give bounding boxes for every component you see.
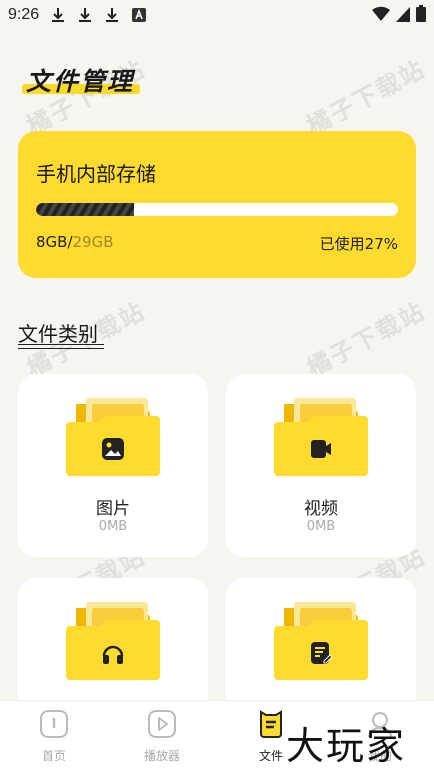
download-icon xyxy=(79,8,92,22)
brand-logo: 大玩家 xyxy=(286,724,407,768)
storage-percent: 已使用27% xyxy=(319,235,398,253)
nav-label: 首页 xyxy=(41,749,66,763)
image-icon xyxy=(102,438,124,460)
battery-icon xyxy=(416,5,426,22)
category-card-videos[interactable]: 视频 0MB xyxy=(226,374,416,557)
download-icon xyxy=(52,8,65,22)
folder-icon xyxy=(66,398,160,476)
storage-total: 29GB xyxy=(72,233,114,251)
notification-a-icon xyxy=(132,8,147,22)
file-icon xyxy=(260,710,282,738)
storage-used: 8GB/ xyxy=(36,233,73,251)
page-title: 文件管理 xyxy=(26,67,135,96)
folder-icon xyxy=(274,602,368,680)
category-card-images[interactable]: 图片 0MB xyxy=(18,374,208,557)
play-icon xyxy=(148,710,176,738)
wifi-icon xyxy=(372,6,390,21)
storage-progress-fill xyxy=(36,203,134,216)
home-icon xyxy=(40,710,68,738)
category-label: 视频 xyxy=(304,499,338,519)
status-time: 9:26 xyxy=(8,6,40,23)
watermark: 橘子下载站 xyxy=(302,54,431,141)
storage-progress-bar xyxy=(36,203,398,216)
category-size: 0MB xyxy=(98,519,128,534)
signal-icon xyxy=(396,6,410,22)
nav-item-player[interactable]: 播放器 xyxy=(122,709,202,764)
status-bar: 9:26 xyxy=(0,0,434,30)
section-underline xyxy=(18,344,104,349)
download-icon xyxy=(106,8,119,22)
nav-item-home[interactable]: 首页 xyxy=(14,709,94,764)
storage-title: 手机内部存储 xyxy=(36,162,156,186)
video-icon xyxy=(311,440,331,458)
storage-card[interactable]: 手机内部存储 8GB/29GB 已使用27% xyxy=(18,131,416,278)
document-icon xyxy=(311,642,333,664)
category-size: 0MB xyxy=(306,519,336,534)
folder-icon xyxy=(274,398,368,476)
watermark: 橘子下载站 xyxy=(302,296,431,383)
storage-used-text: 8GB/29GB xyxy=(36,233,114,251)
headphones-icon xyxy=(102,645,124,664)
folder-icon xyxy=(66,602,160,680)
category-label: 图片 xyxy=(96,499,130,519)
section-title: 文件类别 xyxy=(18,322,98,346)
nav-label: 播放器 xyxy=(143,749,180,763)
